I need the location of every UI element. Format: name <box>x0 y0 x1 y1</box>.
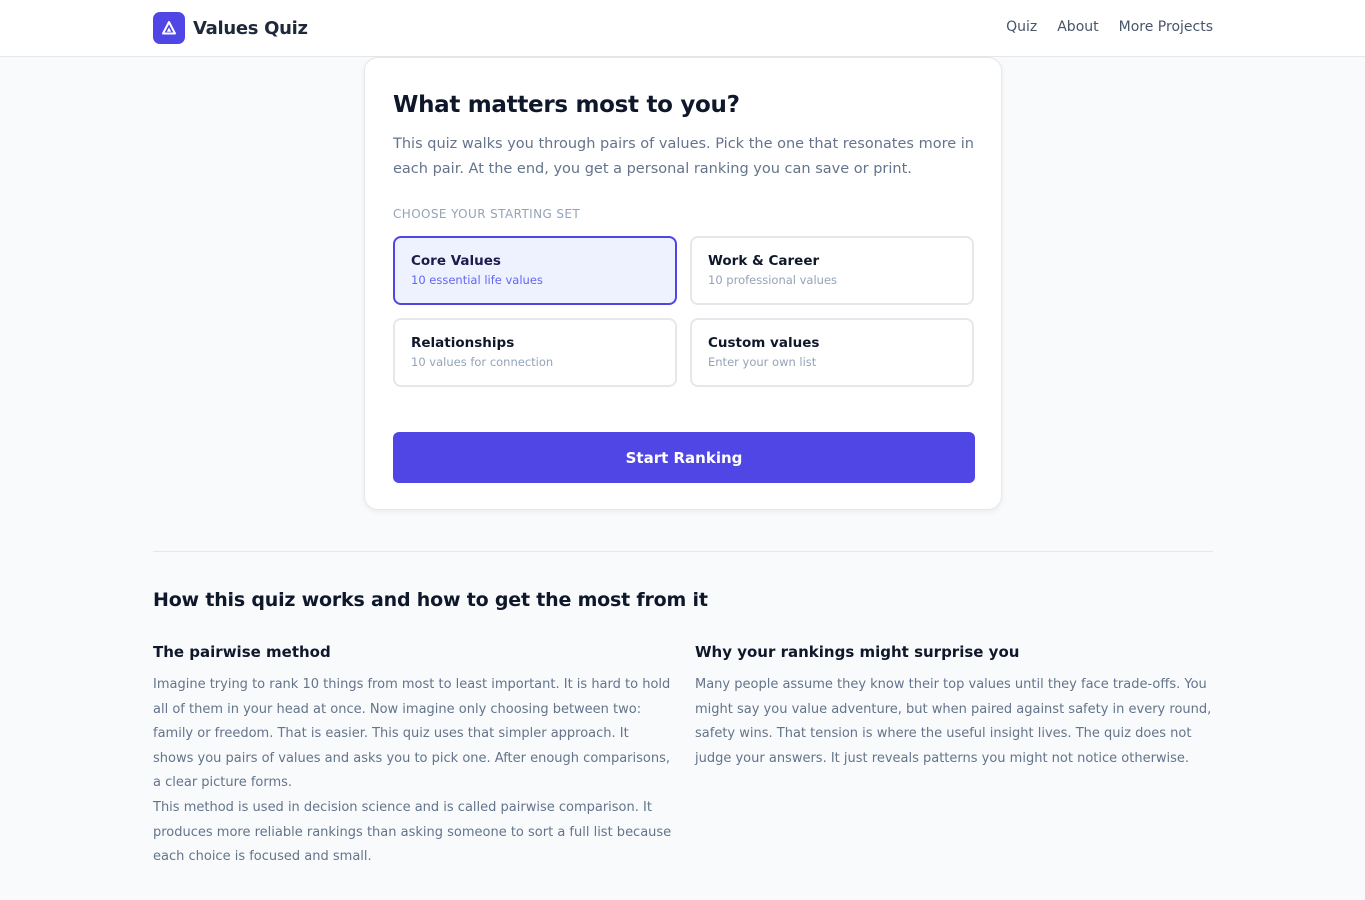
option-title: Work & Career <box>708 253 820 269</box>
top-navbar: Values Quiz Quiz About More Projects <box>0 0 1365 57</box>
option-custom-values[interactable]: Custom values Enter your own list <box>690 318 974 387</box>
column-paragraph: This method is used in decision science … <box>153 799 672 865</box>
brand[interactable]: Values Quiz <box>153 12 308 44</box>
nav-link-about[interactable]: About <box>1057 19 1098 35</box>
triangle-logo-icon <box>153 12 185 44</box>
option-subtitle: 10 essential life values <box>411 273 543 287</box>
column-paragraph: Imagine trying to rank 10 things from mo… <box>153 677 671 791</box>
option-title: Core Values <box>411 253 501 269</box>
option-subtitle: 10 values for connection <box>411 355 554 369</box>
card-title: What matters most to you? <box>393 92 740 118</box>
option-title: Custom values <box>708 335 820 351</box>
column-paragraph: Many people assume they know their top v… <box>695 677 1212 766</box>
rankings-surprise-column: Why your rankings might surprise you Man… <box>695 643 1215 771</box>
info-section-title: How this quiz works and how to get the m… <box>153 589 708 611</box>
nav-link-quiz[interactable]: Quiz <box>1006 19 1037 35</box>
option-title: Relationships <box>411 335 515 351</box>
section-divider <box>153 551 1213 552</box>
option-work-career[interactable]: Work & Career 10 professional values <box>690 236 974 305</box>
option-subtitle: 10 professional values <box>708 273 838 287</box>
column-heading: The pairwise method <box>153 643 331 661</box>
column-heading: Why your rankings might surprise you <box>695 643 1020 661</box>
option-subtitle: Enter your own list <box>708 355 817 369</box>
main-nav: Quiz About More Projects <box>1006 19 1213 35</box>
option-core-values[interactable]: Core Values 10 essential life values <box>393 236 677 305</box>
starting-set-label: CHOOSE YOUR STARTING SET <box>393 207 581 221</box>
start-ranking-button[interactable]: Start Ranking <box>393 432 975 483</box>
quiz-start-card: What matters most to you? This quiz walk… <box>364 57 1002 510</box>
nav-link-more-projects[interactable]: More Projects <box>1119 19 1213 35</box>
pairwise-method-column: The pairwise method Imagine trying to ra… <box>153 643 673 870</box>
card-intro: This quiz walks you through pairs of val… <box>393 136 974 177</box>
option-relationships[interactable]: Relationships 10 values for connection <box>393 318 677 387</box>
app-name: Values Quiz <box>193 17 308 39</box>
